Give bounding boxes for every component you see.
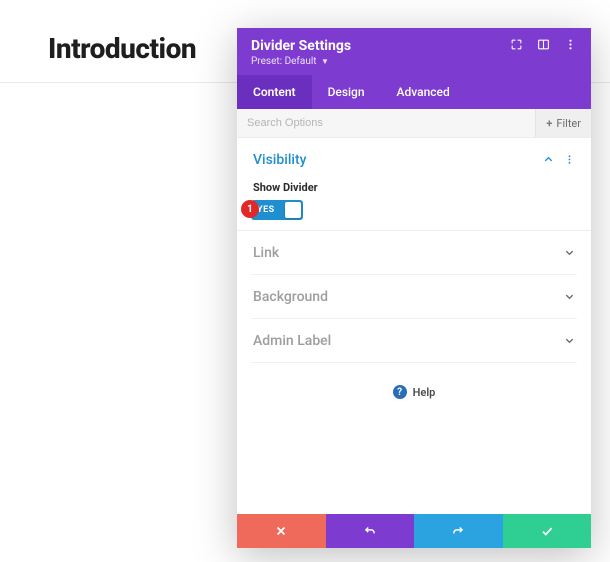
kebab-menu-icon[interactable] bbox=[564, 38, 577, 51]
admin-label-title: Admin Label bbox=[253, 333, 331, 349]
tab-content[interactable]: Content bbox=[237, 75, 312, 109]
tab-design[interactable]: Design bbox=[312, 75, 381, 109]
caret-down-icon: ▼ bbox=[321, 57, 329, 66]
help-link[interactable]: ? Help bbox=[251, 363, 577, 407]
chevron-down-icon bbox=[564, 287, 575, 306]
toggle-knob bbox=[285, 202, 301, 218]
annotation-badge-1: 1 bbox=[241, 200, 259, 218]
background-title: Background bbox=[253, 289, 328, 305]
link-section[interactable]: Link bbox=[251, 231, 577, 275]
filter-label: Filter bbox=[556, 117, 581, 130]
save-button[interactable] bbox=[503, 514, 592, 548]
preset-value: Default bbox=[285, 56, 317, 67]
page-heading: Introduction bbox=[48, 32, 196, 65]
panel-body: Visibility Show Divider 1 YES Link bbox=[237, 138, 591, 514]
show-divider-label: Show Divider bbox=[251, 175, 577, 200]
cancel-button[interactable] bbox=[237, 514, 326, 548]
link-title: Link bbox=[253, 245, 279, 261]
panel-title: Divider Settings bbox=[251, 38, 351, 54]
visibility-section-header[interactable]: Visibility bbox=[251, 138, 577, 175]
divider-settings-panel: Divider Settings Preset: Default ▼ bbox=[237, 28, 591, 548]
search-input[interactable] bbox=[237, 109, 535, 137]
background-section[interactable]: Background bbox=[251, 275, 577, 319]
panel-header: Divider Settings Preset: Default ▼ bbox=[237, 28, 591, 75]
tab-advanced[interactable]: Advanced bbox=[381, 75, 466, 109]
layout-columns-icon[interactable] bbox=[537, 38, 550, 51]
tabs: Content Design Advanced bbox=[237, 75, 591, 109]
admin-label-section[interactable]: Admin Label bbox=[251, 319, 577, 363]
chevron-up-icon[interactable] bbox=[543, 150, 554, 169]
redo-button[interactable] bbox=[414, 514, 503, 548]
help-label: Help bbox=[413, 386, 436, 399]
plus-icon: + bbox=[546, 117, 552, 130]
preset-label: Preset: bbox=[251, 56, 282, 67]
toggle-state-text: YES bbox=[257, 205, 275, 215]
search-bar: + Filter bbox=[237, 109, 591, 138]
expand-icon[interactable] bbox=[510, 38, 523, 51]
chevron-down-icon bbox=[564, 243, 575, 262]
section-kebab-icon[interactable] bbox=[564, 150, 575, 169]
filter-button[interactable]: + Filter bbox=[535, 109, 591, 137]
undo-button[interactable] bbox=[326, 514, 415, 548]
visibility-title: Visibility bbox=[253, 152, 306, 168]
help-icon: ? bbox=[393, 385, 407, 399]
panel-footer bbox=[237, 514, 591, 548]
chevron-down-icon bbox=[564, 331, 575, 350]
preset-selector[interactable]: Preset: Default ▼ bbox=[251, 56, 351, 67]
